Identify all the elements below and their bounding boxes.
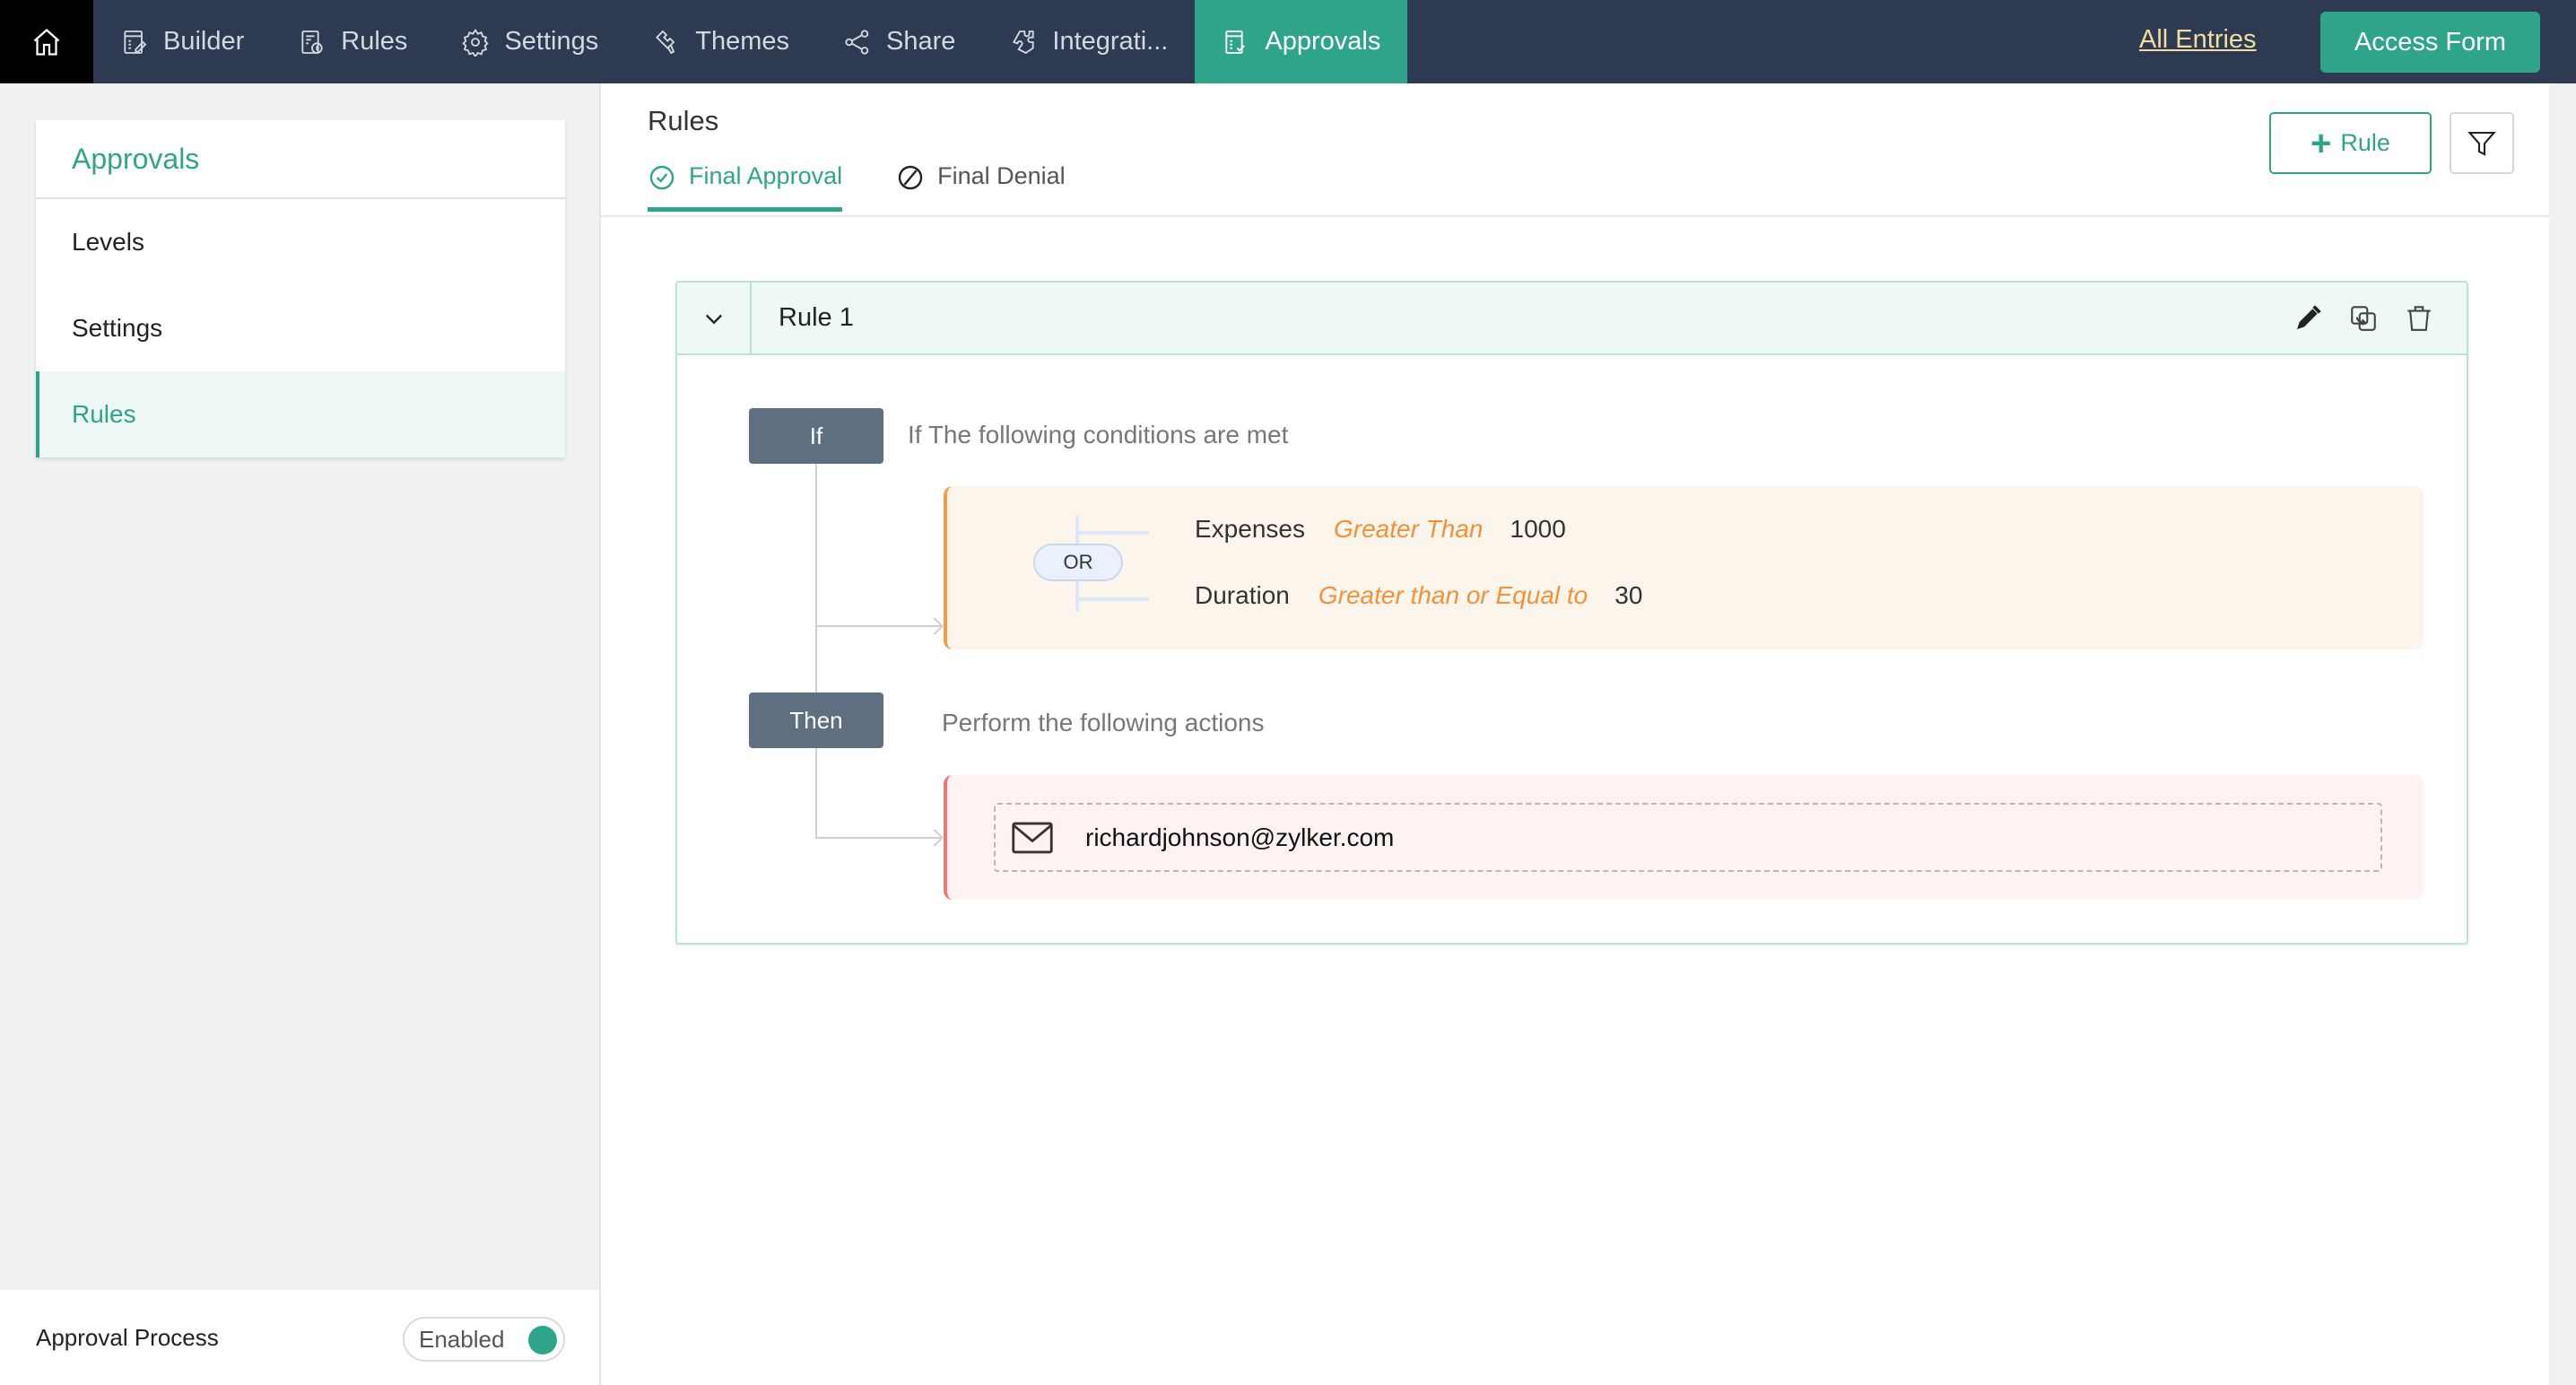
builder-form-icon <box>124 30 147 54</box>
tree-connector-if-branch <box>815 625 943 627</box>
check-circle-icon <box>649 165 674 190</box>
nav-integrations-label: Integrati... <box>1052 27 1169 56</box>
then-tag: Then <box>749 692 883 748</box>
toggle-knob <box>528 1326 557 1355</box>
then-description: Perform the following actions <box>942 709 1265 736</box>
rule-actions <box>2280 299 2447 338</box>
condition-row: Duration Greater than or Equal to 30 <box>1195 581 1642 610</box>
condition-field: Expenses <box>1195 515 1305 543</box>
nav-settings[interactable]: Settings <box>434 0 625 83</box>
condition-value: 30 <box>1614 581 1643 609</box>
edit-rule-button[interactable] <box>2280 299 2336 338</box>
nav-builder-label: Builder <box>163 27 245 56</box>
tree-connector-then-branch <box>815 837 943 839</box>
approval-process-bar: Approval Process Enabled <box>0 1290 599 1385</box>
condition-row: Expenses Greater Than 1000 <box>1195 515 1566 544</box>
conditions-box: OR Expenses Greater Than 1000 Duration G… <box>944 486 2424 649</box>
tab-final-approval-label: Final Approval <box>689 162 843 189</box>
rule-card: Rule 1 If If The following conditions ar… <box>675 281 2468 945</box>
delete-icon <box>2407 306 2431 331</box>
tab-final-approval[interactable]: Final Approval <box>648 162 843 215</box>
add-rule-label: Rule <box>2340 129 2390 156</box>
rule-title: Rule 1 <box>779 303 854 332</box>
action-email: richardjohnson@zylker.com <box>1085 823 1395 851</box>
tabs-divider <box>601 215 2549 217</box>
nav-builder[interactable]: Builder <box>93 0 271 83</box>
approvals-menu: Approvals Levels Settings Rules <box>36 120 565 457</box>
sidebar-item-settings[interactable]: Settings <box>36 285 565 371</box>
condition-operator: Greater than or Equal to <box>1318 581 1588 609</box>
main-panel: Rules Final Approval Final Denial + Rule… <box>601 83 2549 1385</box>
nav-integrations[interactable]: Integrati... <box>982 0 1195 83</box>
nav-rules-label: Rules <box>341 27 408 56</box>
delete-rule-button[interactable] <box>2391 299 2447 338</box>
paint-brush-icon <box>656 30 675 54</box>
edit-icon <box>2297 305 2321 329</box>
condition-operator: Greater Than <box>1333 515 1484 543</box>
top-navigation-bar: Builder Rules Settings Themes Share Inte… <box>0 0 2576 83</box>
approval-process-toggle[interactable]: Enabled <box>403 1317 565 1362</box>
approval-process-label: Approval Process <box>36 1323 219 1351</box>
nav-share-label: Share <box>886 27 956 56</box>
duplicate-rule-button[interactable] <box>2336 299 2391 338</box>
actions-box: richardjohnson@zylker.com <box>944 775 2424 900</box>
prohibited-icon <box>898 165 923 190</box>
all-entries-link[interactable]: All Entries <box>2139 25 2257 55</box>
condition-field: Duration <box>1195 581 1290 609</box>
or-connector-branch <box>1075 597 1149 601</box>
toggle-label: Enabled <box>419 1325 505 1353</box>
if-description: If The following conditions are met <box>908 421 1289 449</box>
or-operator-badge: OR <box>1033 544 1123 581</box>
main-nav: Builder Rules Settings Themes Share Inte… <box>93 0 1408 83</box>
rules-icon <box>301 30 323 54</box>
nav-themes[interactable]: Themes <box>625 0 816 83</box>
arrow-icon <box>926 829 944 847</box>
approvals-icon <box>1225 30 1246 54</box>
home-button[interactable] <box>0 0 93 83</box>
arrow-icon <box>926 617 944 635</box>
nav-themes-label: Themes <box>695 27 789 56</box>
sidebar-title: Approvals <box>36 120 565 199</box>
tab-final-denial[interactable]: Final Denial <box>896 162 1066 215</box>
email-action[interactable]: richardjohnson@zylker.com <box>994 803 2382 872</box>
plus-icon: + <box>2311 123 2332 163</box>
chevron-down-icon <box>705 314 722 324</box>
filter-button[interactable] <box>2450 112 2514 174</box>
filter-icon <box>2467 131 2496 156</box>
if-tag: If <box>749 408 883 464</box>
collapse-button[interactable] <box>677 283 752 353</box>
right-gutter <box>2549 83 2576 1385</box>
mail-icon <box>1012 822 1053 853</box>
nav-share[interactable]: Share <box>816 0 982 83</box>
tree-connector-vertical <box>815 464 817 692</box>
add-rule-button[interactable]: + Rule <box>2269 112 2432 174</box>
tab-final-denial-label: Final Denial <box>937 162 1066 189</box>
rule-header: Rule 1 <box>677 283 2467 355</box>
condition-value: 1000 <box>1510 515 1566 543</box>
nav-approvals[interactable]: Approvals <box>1195 0 1408 83</box>
tree-connector-then <box>815 747 817 839</box>
sidebar: Approvals Levels Settings Rules Approval… <box>0 83 601 1385</box>
puzzle-icon <box>1013 30 1034 54</box>
sidebar-item-rules[interactable]: Rules <box>36 371 565 457</box>
nav-rules[interactable]: Rules <box>271 0 434 83</box>
duplicate-icon <box>2351 306 2376 331</box>
page-title: Rules <box>648 105 719 136</box>
nav-settings-label: Settings <box>504 27 599 56</box>
sidebar-item-levels[interactable]: Levels <box>36 199 565 285</box>
nav-approvals-label: Approvals <box>1265 27 1381 56</box>
rule-tabs: Final Approval Final Denial <box>648 162 1119 215</box>
home-icon <box>33 28 60 56</box>
or-connector-branch <box>1075 531 1149 535</box>
access-form-button[interactable]: Access Form <box>2320 12 2540 73</box>
share-icon <box>845 29 869 55</box>
gear-icon <box>462 28 490 57</box>
